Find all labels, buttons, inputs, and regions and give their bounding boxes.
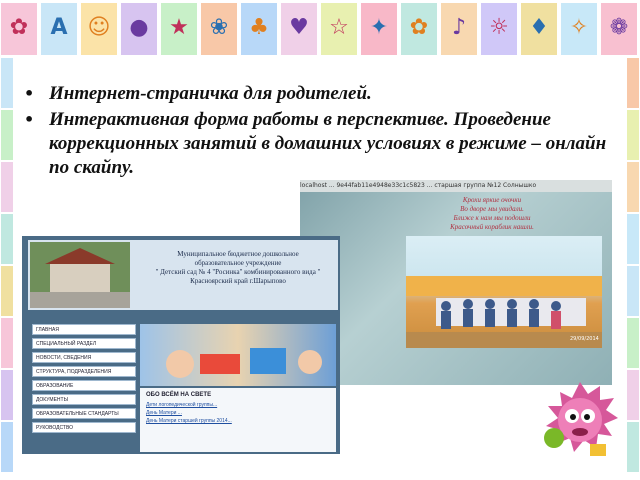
tile-picture: ☺: [87, 15, 111, 40]
tile-picture: ♥: [289, 15, 309, 40]
bullet-text: Интернет-страничка для родителей.: [49, 83, 372, 104]
side-tile: [627, 58, 639, 108]
side-tile: [627, 266, 639, 316]
poem-line: Ближе к нам мы подошли: [453, 214, 531, 222]
hedgehog-mascot-icon: [544, 382, 618, 456]
children-group-photo: [406, 236, 602, 348]
border-tile: ✦: [360, 2, 398, 56]
side-tile: [1, 422, 13, 472]
border-tile: ●: [120, 2, 158, 56]
bullet-list: • Интернет-страничка для родителей. • Инте…: [22, 82, 622, 182]
site-title-line: Красноярский край г.Шарыпово: [190, 277, 286, 285]
tile-picture: ♦: [529, 15, 549, 40]
side-tile: [627, 370, 639, 420]
tile-picture: ✦: [369, 15, 389, 40]
tile-picture: ★: [169, 15, 189, 40]
site-nav-item: СПЕЦИАЛЬНЫЙ РАЗДЕЛ: [32, 338, 136, 349]
tile-picture: ☆: [329, 15, 349, 40]
tile-picture: ♪: [451, 15, 467, 40]
side-tile: [627, 162, 639, 212]
bullet-icon: •: [24, 84, 35, 103]
site-banner-photo: [140, 324, 336, 386]
site-title-line: Муниципальное бюджетное дошкольное: [177, 250, 299, 258]
bullet-item-parents-page: • Интернет-страничка для родителей.: [22, 82, 622, 106]
autumn-trees: [406, 276, 602, 296]
tile-picture: ✧: [569, 15, 589, 40]
tile-picture: A: [50, 15, 68, 40]
border-tile: ☆: [320, 2, 358, 56]
tile-picture: ✿: [9, 15, 29, 40]
poem-line: Крохи яркие очочки: [462, 196, 522, 204]
tile-picture: ☼: [489, 15, 509, 40]
site-content-title: ОБО ВСЁМ НА СВЕТЕ: [146, 392, 212, 398]
photo-date: 29/09/2014: [570, 336, 599, 342]
site-nav-item: ОБРАЗОВАТЕЛЬНЫЕ СТАНДАРТЫ: [32, 408, 136, 419]
side-tile: [1, 110, 13, 160]
site-content-link: Дети логопедической группы...: [146, 402, 218, 408]
site-content-link: День Матери ...: [146, 410, 182, 416]
side-tile: [1, 370, 13, 420]
site-title-line: образовательное учреждение: [194, 259, 282, 267]
border-tile: ✿: [0, 2, 38, 56]
tile-picture: ✿: [409, 15, 429, 40]
poem-line: Во дворе мы увидали.: [460, 205, 524, 213]
site-nav-item: НОВОСТИ, СВЕДЕНИЯ: [32, 352, 136, 363]
group-page-screenshot: localhost ... 9e44fab11e4948e33c1c5823 .…: [300, 180, 612, 385]
site-nav-item: ОБРАЗОВАНИЕ: [32, 380, 136, 391]
side-tile: [627, 422, 639, 472]
side-tile: [1, 58, 13, 108]
site-nav-item: РУКОВОДСТВО: [32, 422, 136, 433]
side-tile: [1, 318, 13, 368]
kindergarten-site-screenshot: Муниципальное бюджетное дошкольное образ…: [22, 236, 340, 454]
border-tile: ✿: [400, 2, 438, 56]
border-tile: A: [40, 2, 78, 56]
border-tile: ❁: [600, 2, 638, 56]
site-content-link: День Матери старшей группы 2014...: [146, 418, 232, 424]
border-tile: ♪: [440, 2, 478, 56]
poem: Крохи яркие очочки Во дворе мы увидали. …: [412, 196, 572, 232]
side-tile: [627, 318, 639, 368]
poem-line: Красочный кораблик нашли.: [450, 223, 534, 231]
building-photo: [30, 242, 130, 308]
border-tile: ✧: [560, 2, 598, 56]
side-tile: [1, 214, 13, 264]
site-content: ОБО ВСЁМ НА СВЕТЕ Дети логопедической гр…: [140, 388, 336, 452]
border-tile: ♣: [240, 2, 278, 56]
bullet-text: Интерактивная форма работы в перспективе…: [49, 109, 607, 178]
site-nav-item: ГЛАВНАЯ: [32, 324, 136, 335]
tile-picture: ●: [129, 15, 149, 40]
site-title-line: " Детский сад № 4 "Росинка" комбинирован…: [155, 268, 321, 276]
border-tile: ❀: [200, 2, 238, 56]
site-header: Муниципальное бюджетное дошкольное образ…: [28, 240, 338, 310]
tile-picture: ❀: [209, 15, 229, 40]
children-group-photo-drawing: [406, 276, 602, 348]
address-bar: localhost ... 9e44fab11e4948e33c1c5823 .…: [300, 180, 612, 192]
side-tile: [627, 110, 639, 160]
side-tile: [1, 266, 13, 316]
side-tile: [627, 214, 639, 264]
site-nav: ГЛАВНАЯ СПЕЦИАЛЬНЫЙ РАЗДЕЛ НОВОСТИ, СВЕД…: [32, 324, 136, 436]
side-tile: [1, 162, 13, 212]
bullet-icon: •: [24, 110, 35, 129]
site-title: Муниципальное бюджетное дошкольное образ…: [138, 250, 338, 286]
tile-picture: ❁: [609, 15, 629, 40]
border-tile: ★: [160, 2, 198, 56]
bullet-item-interactive-form: • Интерактивная форма работы в перспектив…: [22, 108, 622, 180]
site-nav-item: ДОКУМЕНТЫ: [32, 394, 136, 405]
border-tile: ☼: [480, 2, 518, 56]
border-tile: ♥: [280, 2, 318, 56]
site-nav-item: СТРУКТУРА, ПОДРАЗДЕЛЕНИЯ: [32, 366, 136, 377]
border-tile: ♦: [520, 2, 558, 56]
banner-drawing: [166, 348, 322, 378]
border-tile: ☺: [80, 2, 118, 56]
tile-picture: ♣: [249, 15, 269, 40]
